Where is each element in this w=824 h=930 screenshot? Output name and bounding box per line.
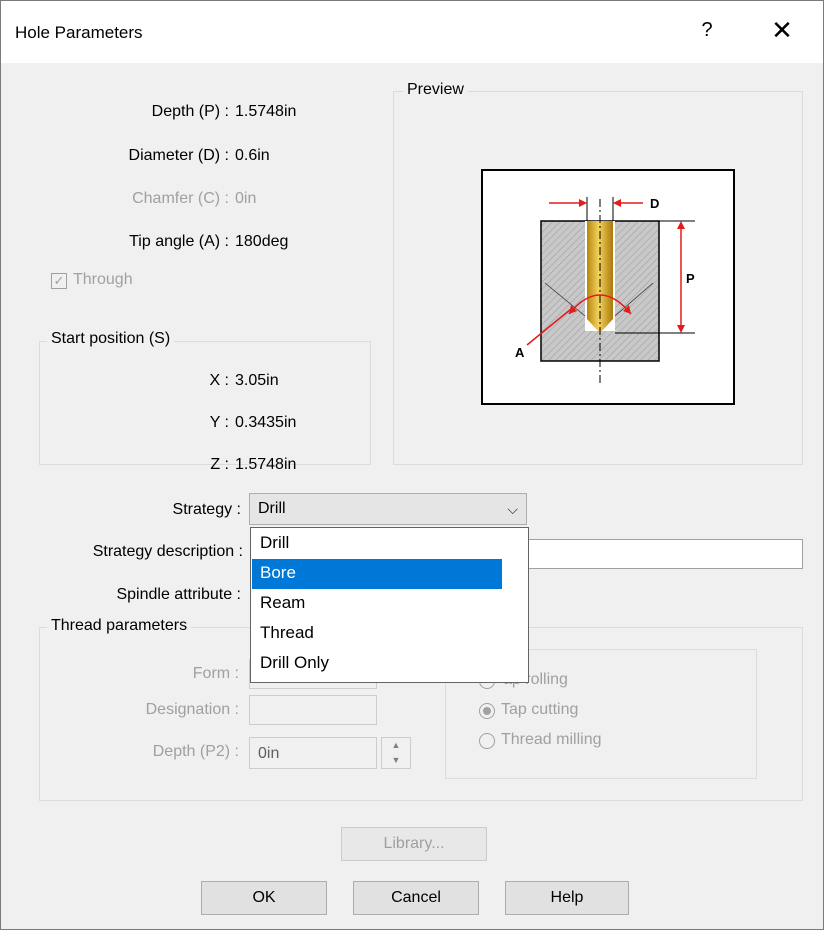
- depth-p2-spinner[interactable]: ▲ ▼: [381, 737, 411, 769]
- title-bar: Hole Parameters ? ✕: [1, 1, 823, 63]
- strategy-option-bore[interactable]: Bore: [252, 559, 502, 589]
- thread-milling-radio[interactable]: [479, 733, 495, 749]
- depth-value: 1.5748in: [235, 103, 297, 120]
- strategy-dropdown-list: Drill Bore Ream Thread Drill Only: [250, 527, 529, 683]
- library-button[interactable]: Library...: [341, 827, 487, 861]
- hole-diagram: D P A: [515, 196, 695, 383]
- depth-p2-label: Depth (P2) :: [152, 743, 239, 760]
- spindle-attribute-label: Spindle attribute :: [116, 586, 241, 603]
- preview-image: D P A: [481, 169, 735, 405]
- designation-field[interactable]: [249, 695, 377, 725]
- z-value: 1.5748in: [235, 456, 297, 473]
- check-icon: ✓: [53, 273, 65, 288]
- depth-p2-value: 0in: [258, 745, 280, 762]
- through-checkbox[interactable]: ✓: [51, 273, 67, 289]
- chevron-down-icon: ⌵: [507, 501, 518, 517]
- y-label: Y :: [209, 414, 229, 431]
- through-label: Through: [73, 271, 133, 288]
- y-value: 0.3435in: [235, 414, 297, 431]
- dim-a-label: A: [515, 345, 525, 360]
- strategy-combobox[interactable]: Drill ⌵: [249, 493, 527, 525]
- spin-up-icon[interactable]: ▲: [382, 738, 410, 753]
- strategy-option-ream[interactable]: Ream: [252, 589, 502, 619]
- help-button[interactable]: Help: [505, 881, 629, 915]
- cancel-button[interactable]: Cancel: [353, 881, 479, 915]
- depth-p2-field[interactable]: 0in: [249, 737, 377, 769]
- tip-angle-value: 180deg: [235, 233, 289, 250]
- depth-label: Depth (P) :: [151, 103, 229, 120]
- strategy-option-drill-only[interactable]: Drill Only: [252, 649, 502, 679]
- diameter-value: 0.6in: [235, 147, 270, 164]
- thread-parameters-title: Thread parameters: [47, 617, 192, 635]
- start-position-group: [39, 341, 371, 465]
- strategy-label: Strategy :: [172, 501, 241, 518]
- z-label: Z :: [210, 456, 229, 473]
- tap-cutting-label: Tap cutting: [501, 701, 579, 718]
- strategy-option-thread[interactable]: Thread: [252, 619, 502, 649]
- chamfer-value: 0in: [235, 190, 257, 207]
- spin-down-icon[interactable]: ▼: [382, 753, 410, 768]
- thread-milling-label: Thread milling: [501, 731, 602, 748]
- help-icon[interactable]: ?: [695, 19, 719, 42]
- x-value: 3.05in: [235, 372, 279, 389]
- close-icon[interactable]: ✕: [767, 15, 797, 46]
- tip-angle-label: Tip angle (A) :: [129, 233, 229, 250]
- designation-label: Designation :: [145, 701, 239, 718]
- ok-button[interactable]: OK: [201, 881, 327, 915]
- strategy-description-label: Strategy description :: [92, 543, 243, 560]
- strategy-description-field[interactable]: [521, 539, 803, 569]
- strategy-selected: Drill: [258, 500, 286, 517]
- diameter-label: Diameter (D) :: [128, 147, 229, 164]
- form-label: Form :: [192, 665, 239, 682]
- tap-cutting-radio[interactable]: [479, 703, 495, 719]
- x-label: X :: [209, 372, 229, 389]
- preview-title: Preview: [403, 81, 468, 99]
- hole-parameters-dialog: Hole Parameters ? ✕ Depth (P) : 1.5748in…: [0, 0, 824, 930]
- strategy-option-drill[interactable]: Drill: [252, 529, 502, 559]
- start-position-title: Start position (S): [47, 330, 175, 348]
- dim-p-label: P: [686, 271, 695, 286]
- chamfer-label: Chamfer (C) :: [132, 190, 229, 207]
- dialog-title: Hole Parameters: [15, 23, 143, 42]
- dim-d-label: D: [650, 196, 659, 211]
